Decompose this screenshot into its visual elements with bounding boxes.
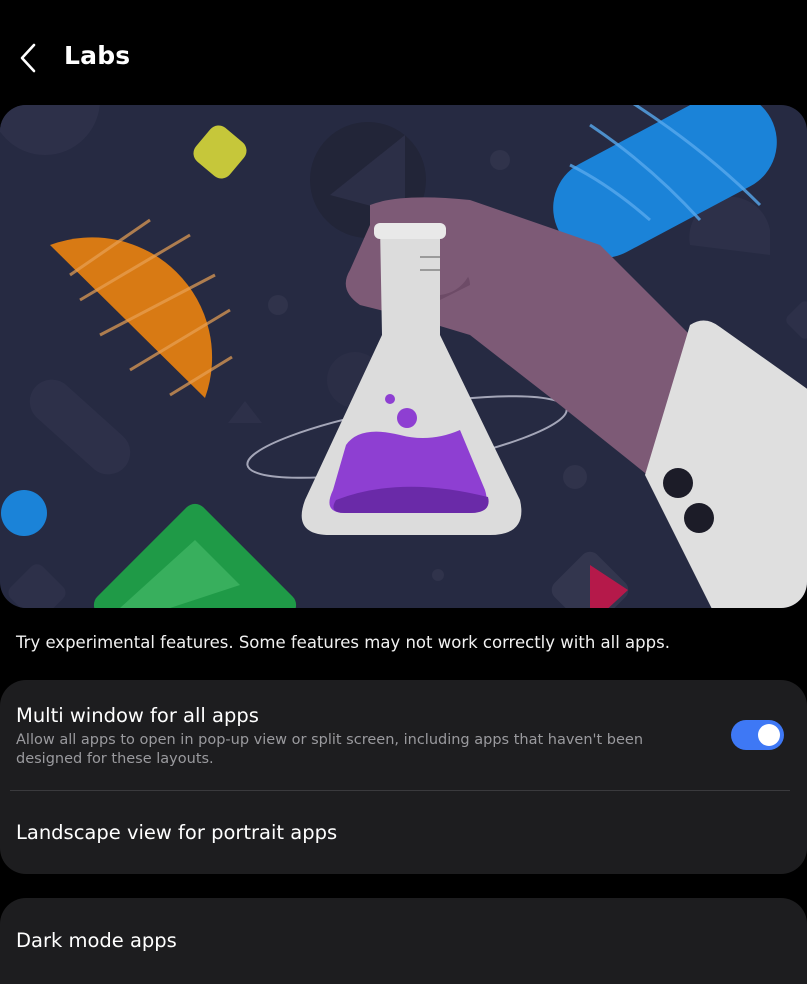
app-bar: Labs [0,0,807,105]
back-button[interactable] [8,36,48,80]
multi-window-toggle[interactable] [731,720,784,750]
page-title: Labs [64,41,131,70]
setting-title: Dark mode apps [16,929,177,952]
setting-title: Landscape view for portrait apps [16,821,338,844]
dark-mode-apps-setting[interactable]: Dark mode apps [0,898,807,984]
toggle-knob [758,724,780,746]
settings-card: Multi window for all apps Allow all apps… [0,680,807,874]
multi-window-setting[interactable]: Multi window for all apps Allow all apps… [0,680,807,790]
setting-title: Multi window for all apps [16,704,259,727]
chevron-left-icon [20,43,36,73]
labs-description: Try experimental features. Some features… [16,633,670,652]
labs-banner-image [0,105,807,608]
setting-subtitle: Allow all apps to open in pop-up view or… [16,732,644,767]
landscape-view-setting[interactable]: Landscape view for portrait apps [0,791,807,874]
settings-card: Dark mode apps [0,898,807,984]
flask-illustration [0,105,807,608]
